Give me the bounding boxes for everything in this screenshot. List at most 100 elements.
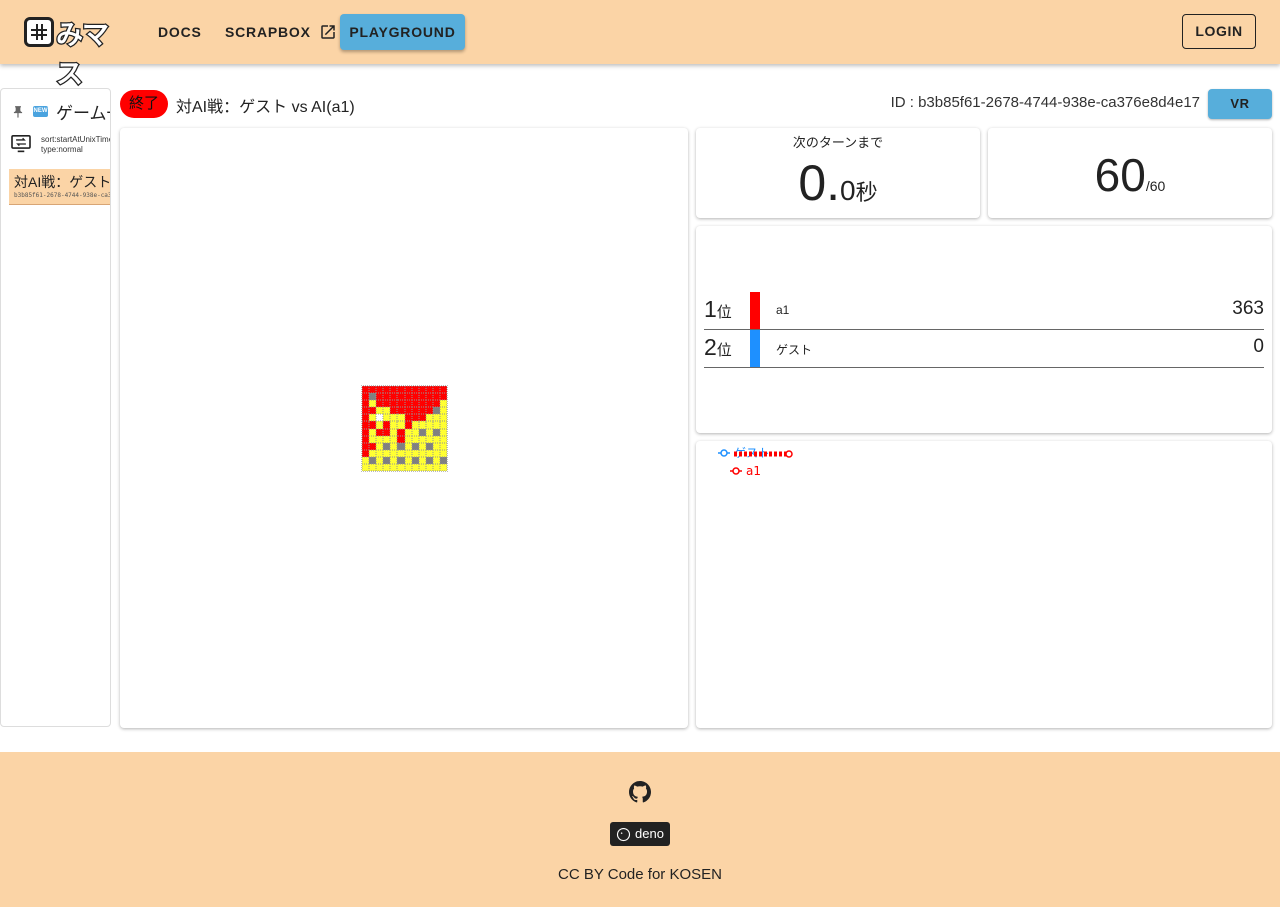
board-cell[interactable] — [376, 421, 384, 429]
board-cell[interactable] — [439, 463, 447, 471]
board-cell[interactable] — [376, 414, 384, 422]
board-cell[interactable] — [411, 463, 419, 471]
board-cell[interactable] — [383, 463, 391, 471]
game-board[interactable] — [361, 385, 448, 472]
board-cell[interactable] — [362, 386, 370, 394]
board-cell[interactable] — [369, 428, 377, 436]
board-cell[interactable] — [383, 407, 391, 415]
board-cell[interactable] — [425, 442, 433, 450]
board-cell[interactable] — [362, 428, 370, 436]
board-cell[interactable] — [432, 400, 440, 408]
board-cell[interactable] — [404, 442, 412, 450]
board-cell[interactable] — [432, 386, 440, 394]
board-cell[interactable] — [439, 400, 447, 408]
board-cell[interactable] — [404, 386, 412, 394]
board-cell[interactable] — [439, 414, 447, 422]
board-cell[interactable] — [439, 393, 447, 401]
board-cell[interactable] — [397, 421, 405, 429]
login-button[interactable]: LOGIN — [1182, 14, 1256, 49]
board-cell[interactable] — [404, 421, 412, 429]
board-cell[interactable] — [376, 386, 384, 394]
board-cell[interactable] — [418, 407, 426, 415]
board-cell[interactable] — [383, 393, 391, 401]
board-cell[interactable] — [432, 421, 440, 429]
board-cell[interactable] — [362, 463, 370, 471]
board-cell[interactable] — [439, 407, 447, 415]
github-icon[interactable] — [629, 781, 651, 803]
board-cell[interactable] — [411, 400, 419, 408]
board-cell[interactable] — [411, 421, 419, 429]
board-cell[interactable] — [362, 407, 370, 415]
sort-control[interactable]: sort:startAtUnixTime type:normal — [11, 135, 110, 155]
board-cell[interactable] — [369, 442, 377, 450]
board-cell[interactable] — [390, 463, 398, 471]
board-cell[interactable] — [397, 428, 405, 436]
vr-button[interactable]: VR — [1208, 89, 1272, 119]
board-cell[interactable] — [376, 407, 384, 415]
board-cell[interactable] — [383, 386, 391, 394]
board-cell[interactable] — [362, 456, 370, 464]
board-cell[interactable] — [439, 386, 447, 394]
board-cell[interactable] — [390, 400, 398, 408]
board-cell[interactable] — [425, 407, 433, 415]
board-cell[interactable] — [411, 456, 419, 464]
board-cell[interactable] — [439, 449, 447, 457]
board-cell[interactable] — [369, 400, 377, 408]
board-cell[interactable] — [404, 428, 412, 436]
board-cell[interactable] — [418, 463, 426, 471]
board-cell[interactable] — [425, 463, 433, 471]
board-cell[interactable] — [362, 421, 370, 429]
board-cell[interactable] — [425, 449, 433, 457]
board-cell[interactable] — [404, 400, 412, 408]
board-cell[interactable] — [362, 393, 370, 401]
board-cell[interactable] — [425, 428, 433, 436]
board-cell[interactable] — [383, 456, 391, 464]
board-cell[interactable] — [390, 393, 398, 401]
board-cell[interactable] — [425, 456, 433, 464]
board-cell[interactable] — [425, 400, 433, 408]
board-cell[interactable] — [411, 449, 419, 457]
board-cell[interactable] — [397, 414, 405, 422]
board-cell[interactable] — [404, 435, 412, 443]
board-cell[interactable] — [439, 428, 447, 436]
board-cell[interactable] — [418, 435, 426, 443]
board-cell[interactable] — [383, 414, 391, 422]
board-cell[interactable] — [376, 442, 384, 450]
board-cell[interactable] — [425, 393, 433, 401]
board-cell[interactable] — [376, 435, 384, 443]
sort-toggle-icon[interactable] — [11, 135, 31, 153]
board-cell[interactable] — [362, 414, 370, 422]
board-cell[interactable] — [376, 449, 384, 457]
board-cell[interactable] — [432, 442, 440, 450]
board-cell[interactable] — [397, 442, 405, 450]
board-cell[interactable] — [369, 456, 377, 464]
board-cell[interactable] — [418, 428, 426, 436]
board-cell[interactable] — [362, 400, 370, 408]
board-cell[interactable] — [390, 421, 398, 429]
board-cell[interactable] — [432, 463, 440, 471]
board-cell[interactable] — [404, 407, 412, 415]
board-cell[interactable] — [376, 428, 384, 436]
board-cell[interactable] — [390, 414, 398, 422]
board-cell[interactable] — [425, 386, 433, 394]
board-cell[interactable] — [439, 435, 447, 443]
game-list-item[interactable]: 対AI戦：ゲスト vs AI(a1) b3b85f61-2678-4744-93… — [9, 169, 110, 205]
board-cell[interactable] — [411, 435, 419, 443]
board-cell[interactable] — [425, 435, 433, 443]
board-cell[interactable] — [397, 407, 405, 415]
board-cell[interactable] — [404, 449, 412, 457]
board-cell[interactable] — [376, 400, 384, 408]
board-cell[interactable] — [369, 421, 377, 429]
board-cell[interactable] — [432, 456, 440, 464]
board-cell[interactable] — [390, 428, 398, 436]
board-cell[interactable] — [404, 463, 412, 471]
board-cell[interactable] — [369, 449, 377, 457]
board-cell[interactable] — [362, 435, 370, 443]
board-cell[interactable] — [362, 442, 370, 450]
board-cell[interactable] — [390, 456, 398, 464]
pin-icon[interactable] — [11, 105, 25, 119]
board-cell[interactable] — [418, 400, 426, 408]
board-cell[interactable] — [404, 393, 412, 401]
board-cell[interactable] — [390, 442, 398, 450]
board-cell[interactable] — [418, 393, 426, 401]
